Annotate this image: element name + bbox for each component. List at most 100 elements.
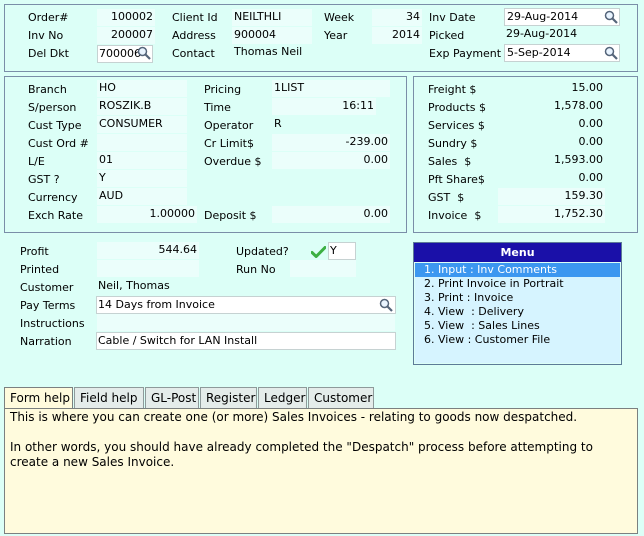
contact-label: Contact <box>172 47 215 60</box>
menu-item-print-invoice-portrait[interactable]: 2. Print Invoice in Portrait <box>415 277 620 291</box>
inv-no-field[interactable]: 200007 <box>97 27 155 44</box>
branch-label: Branch <box>28 83 67 96</box>
pay-terms-value: 14 Days from Invoice <box>98 298 215 311</box>
updated-label: Updated? <box>236 245 289 258</box>
customer-label: Customer <box>20 281 74 294</box>
tab-customer[interactable]: Customer <box>308 387 374 408</box>
inv-date-field[interactable]: 29-Aug-2014 <box>504 8 620 26</box>
gst-field[interactable]: Y <box>97 170 187 187</box>
exp-payment-field[interactable]: 5-Sep-2014 <box>504 44 620 62</box>
freight-value: 15.00 <box>571 81 604 94</box>
branch-field[interactable]: HO <box>97 80 187 97</box>
menu-panel: Menu 1. Input : Inv Comments 2. Print In… <box>413 242 622 365</box>
updated-checkmark-icon <box>310 246 327 261</box>
deposit-field[interactable]: 0.00 <box>272 206 390 223</box>
menu-item-view-customer-file[interactable]: 6. View : Customer File <box>415 333 620 347</box>
pay-terms-lookup-magnifier-icon[interactable] <box>379 298 393 312</box>
overdue-field[interactable]: 0.00 <box>272 152 390 169</box>
sperson-field[interactable]: ROSZIK.B <box>97 98 187 115</box>
printed-field[interactable] <box>97 260 199 277</box>
deposit-label: Deposit $ <box>204 209 257 222</box>
picked-label: Picked <box>429 29 465 42</box>
week-value: 34 <box>406 10 420 23</box>
currency-label: Currency <box>28 191 78 204</box>
exch-rate-field[interactable]: 1.00000 <box>97 206 197 223</box>
invoice-total-field[interactable]: 1,752.30 <box>498 206 605 223</box>
currency-value: AUD <box>99 189 124 202</box>
time-field[interactable]: 16:11 <box>272 98 376 115</box>
pay-terms-field[interactable]: 14 Days from Invoice <box>96 296 396 314</box>
pft-share-label: Pft Share$ <box>428 173 485 186</box>
order-field[interactable]: 100002 <box>97 9 155 26</box>
cust-type-field[interactable]: CONSUMER <box>97 116 187 133</box>
profit-label: Profit <box>20 245 49 258</box>
menu-item-print-invoice[interactable]: 3. Print : Invoice <box>415 291 620 305</box>
menu-list: 1. Input : Inv Comments 2. Print Invoice… <box>415 263 620 363</box>
inv-date-value: 29-Aug-2014 <box>507 10 579 23</box>
updated-value: Y <box>330 244 337 257</box>
cust-type-value: CONSUMER <box>99 117 163 130</box>
year-value: 2014 <box>392 28 420 41</box>
exp-payment-lookup-magnifier-icon[interactable] <box>604 46 618 60</box>
inv-date-label: Inv Date <box>429 11 476 24</box>
inv-date-lookup-magnifier-icon[interactable] <box>604 10 618 24</box>
pricing-field[interactable]: 1LIST <box>272 80 390 97</box>
menu-title: Menu <box>414 243 621 262</box>
profit-field[interactable]: 544.64 <box>97 242 199 259</box>
instructions-label: Instructions <box>20 317 85 330</box>
sales-label: Sales $ <box>428 155 472 168</box>
currency-field[interactable]: AUD <box>97 188 187 205</box>
cr-limit-label: Cr Limit$ <box>204 137 254 150</box>
cr-limit-value: -239.00 <box>345 135 388 148</box>
address-field[interactable]: 900004 <box>232 27 312 44</box>
week-field[interactable]: 34 <box>372 9 422 26</box>
products-label: Products $ <box>428 101 486 114</box>
contact-value: Thomas Neil <box>234 45 303 58</box>
del-dkt-value: 700006 <box>99 47 141 60</box>
help-text-line-2: In other words, you should have already … <box>10 440 593 469</box>
profit-value: 544.64 <box>158 243 198 256</box>
exch-rate-label: Exch Rate <box>28 209 84 222</box>
updated-field[interactable]: Y <box>328 242 356 260</box>
instructions-field[interactable] <box>97 314 395 331</box>
narration-label: Narration <box>20 335 72 348</box>
client-id-field[interactable]: NEILTHLI <box>232 9 312 26</box>
services-label: Services $ <box>428 119 485 132</box>
menu-item-input-inv-comments[interactable]: 1. Input : Inv Comments <box>415 263 620 277</box>
run-no-field[interactable] <box>290 260 356 277</box>
cust-ord-field[interactable] <box>97 134 187 151</box>
gst-total-label: GST $ <box>428 191 465 204</box>
gst-total-field[interactable]: 159.30 <box>498 188 605 205</box>
freight-label: Freight $ <box>428 83 477 96</box>
order-label: Order# <box>28 11 69 24</box>
cr-limit-field[interactable]: -239.00 <box>272 134 390 151</box>
gst-value: Y <box>99 171 106 184</box>
products-value: 1,578.00 <box>554 99 603 112</box>
tab-field-help[interactable]: Field help <box>74 387 144 408</box>
menu-item-view-delivery[interactable]: 4. View : Delivery <box>415 305 620 319</box>
pft-share-value: 0.00 <box>578 171 604 184</box>
sundry-value: 0.00 <box>578 135 604 148</box>
le-field[interactable]: 01 <box>97 152 187 169</box>
tab-register[interactable]: Register <box>200 387 257 408</box>
printed-label: Printed <box>20 263 60 276</box>
client-id-label: Client Id <box>172 11 218 24</box>
tab-form-help[interactable]: Form help <box>4 387 73 410</box>
exch-rate-value: 1.00000 <box>149 207 196 220</box>
operator-value: R <box>274 117 282 130</box>
help-text-line-1: This is where you can create one (or mor… <box>10 410 578 424</box>
tab-ledger[interactable]: Ledger <box>258 387 307 408</box>
picked-value: 29-Aug-2014 <box>506 27 578 40</box>
narration-value: Cable / Switch for LAN Install <box>98 334 258 347</box>
tab-gl-post[interactable]: GL-Post <box>145 387 199 408</box>
narration-field[interactable]: Cable / Switch for LAN Install <box>96 332 396 350</box>
year-field[interactable]: 2014 <box>372 27 422 44</box>
del-dkt-lookup-magnifier-icon[interactable] <box>137 46 151 60</box>
week-label: Week <box>324 11 355 24</box>
pay-terms-label: Pay Terms <box>20 299 76 312</box>
sales-value: 1,593.00 <box>554 153 603 166</box>
overdue-label: Overdue $ <box>204 155 262 168</box>
menu-item-view-sales-lines[interactable]: 5. View : Sales Lines <box>415 319 620 333</box>
sperson-value: ROSZIK.B <box>99 99 152 112</box>
deposit-value: 0.00 <box>363 207 389 220</box>
